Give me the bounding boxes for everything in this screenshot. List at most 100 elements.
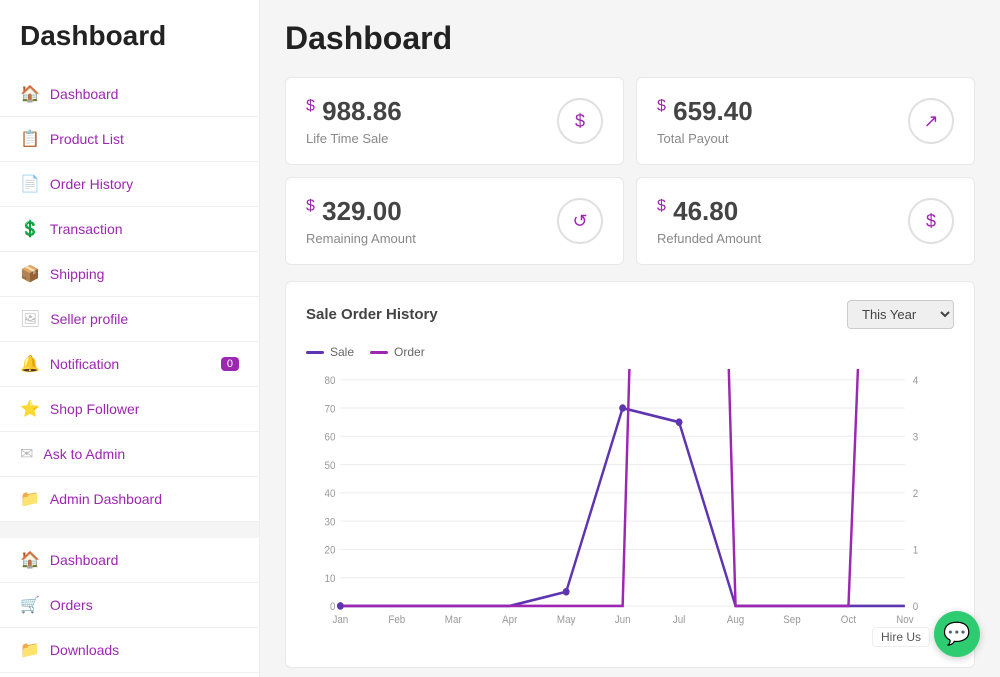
svg-text:Jun: Jun: [615, 615, 631, 626]
sidebar-item-label: Dashboard: [50, 86, 119, 102]
svg-text:40: 40: [325, 489, 336, 500]
svg-text:60: 60: [325, 432, 336, 443]
sidebar-item-label: Product List: [50, 131, 124, 147]
sidebar-item-ask-to-admin[interactable]: ✉ Ask to Admin: [0, 432, 259, 477]
sidebar-item-label: Admin Dashboard: [50, 491, 162, 507]
sidebar-item-label: Ask to Admin: [43, 446, 125, 462]
sidebar-bottom-item-orders[interactable]: 🛒 Orders: [0, 583, 259, 628]
svg-text:70: 70: [325, 404, 336, 415]
svg-text:May: May: [557, 615, 576, 626]
sidebar-item-label: Notification: [50, 356, 119, 372]
svg-text:Feb: Feb: [388, 615, 405, 626]
main-content: Dashboard $ 988.86 Life Time Sale $ $ 65…: [260, 0, 1000, 677]
sidebar-icon: ✉: [20, 444, 33, 464]
sidebar-badge: 0: [221, 357, 239, 371]
chart-header: Sale Order History This YearLast YearThi…: [306, 300, 954, 329]
sidebar-item-shipping[interactable]: 📦 Shipping: [0, 252, 259, 297]
refunded-icon: $: [908, 198, 954, 244]
total-payout-icon: ↗: [908, 98, 954, 144]
sidebar-icon: 🔔: [20, 354, 40, 374]
remaining-value: $ 329.00: [306, 196, 416, 227]
svg-text:Sep: Sep: [783, 615, 801, 626]
svg-text:1: 1: [913, 545, 919, 556]
svg-text:30: 30: [325, 517, 336, 528]
sidebar-bottom-item-downloads[interactable]: 📁 Downloads: [0, 628, 259, 673]
sidebar-item-label: Shipping: [50, 266, 105, 282]
svg-text:Nov: Nov: [896, 615, 914, 626]
svg-text:Oct: Oct: [841, 615, 856, 626]
svg-text:0: 0: [913, 602, 919, 613]
stats-grid: $ 988.86 Life Time Sale $ $ 659.40 Total…: [285, 77, 975, 265]
stat-card-total-payout: $ 659.40 Total Payout ↗: [636, 77, 975, 165]
legend-sale: Sale: [306, 345, 354, 359]
svg-text:0: 0: [330, 602, 336, 613]
svg-text:20: 20: [325, 545, 336, 556]
legend-sale-dot: [306, 351, 324, 354]
svg-text:50: 50: [325, 461, 336, 472]
sidebar-item-label: Transaction: [50, 221, 123, 237]
sidebar-item-label: Shop Follower: [50, 401, 140, 417]
sidebar-icon: 🖼: [20, 309, 40, 329]
total-payout-label: Total Payout: [657, 131, 753, 146]
sidebar-item-dashboard[interactable]: 🏠 Dashboard: [0, 72, 259, 117]
sidebar-icon: 🏠: [20, 84, 40, 104]
sidebar-item-label: Seller profile: [50, 311, 128, 327]
sidebar-bottom-item-dashboard[interactable]: 🏠 Dashboard: [0, 538, 259, 583]
svg-text:10: 10: [325, 574, 336, 585]
svg-text:Apr: Apr: [502, 615, 518, 626]
sidebar-item-order-history[interactable]: 📄 Order History: [0, 162, 259, 207]
refunded-label: Refunded Amount: [657, 231, 761, 246]
hire-us-label: Hire Us: [872, 627, 930, 647]
sidebar-icon: 📁: [20, 489, 40, 509]
sidebar-icon: 📦: [20, 264, 40, 284]
stat-card-refunded: $ 46.80 Refunded Amount $: [636, 177, 975, 265]
svg-text:2: 2: [913, 489, 919, 500]
sidebar-item-admin-dashboard[interactable]: 📁 Admin Dashboard: [0, 477, 259, 522]
lifetime-sale-icon: $: [557, 98, 603, 144]
sidebar-item-notification[interactable]: 🔔 Notification 0: [0, 342, 259, 387]
page-title: Dashboard: [285, 20, 975, 57]
remaining-icon: ↺: [557, 198, 603, 244]
svg-text:Mar: Mar: [445, 615, 462, 626]
chart-legend: Sale Order: [306, 345, 954, 359]
sidebar-icon: ⭐: [20, 399, 40, 419]
sidebar-item-label: Order History: [50, 176, 133, 192]
remaining-label: Remaining Amount: [306, 231, 416, 246]
sidebar-icon: 🛒: [20, 595, 40, 615]
svg-text:Aug: Aug: [727, 615, 745, 626]
legend-order-dot: [370, 351, 388, 354]
sidebar-divider: [0, 522, 259, 538]
chat-button[interactable]: 💬: [934, 611, 980, 657]
sidebar-icon: 📄: [20, 174, 40, 194]
svg-text:80: 80: [325, 376, 336, 387]
sidebar-item-transaction[interactable]: 💲 Transaction: [0, 207, 259, 252]
svg-text:Jul: Jul: [673, 615, 686, 626]
lifetime-sale-label: Life Time Sale: [306, 131, 402, 146]
sidebar-item-label: Orders: [50, 597, 93, 613]
chart-title: Sale Order History: [306, 306, 438, 323]
total-payout-value: $ 659.40: [657, 96, 753, 127]
refunded-value: $ 46.80: [657, 196, 761, 227]
sidebar-title: Dashboard: [0, 20, 259, 72]
chart-section: Sale Order History This YearLast YearThi…: [285, 281, 975, 668]
sidebar-item-label: Downloads: [50, 642, 119, 658]
sidebar-item-product-list[interactable]: 📋 Product List: [0, 117, 259, 162]
sidebar-icon: 📁: [20, 640, 40, 660]
sidebar: Dashboard 🏠 Dashboard 📋 Product List 📄 O…: [0, 0, 260, 677]
stat-card-remaining: $ 329.00 Remaining Amount ↺: [285, 177, 624, 265]
sidebar-item-label: Dashboard: [50, 552, 119, 568]
sidebar-bottom-item-addresses[interactable]: 🏡 Addresses: [0, 673, 259, 677]
sidebar-icon: 📋: [20, 129, 40, 149]
sidebar-item-shop-follower[interactable]: ⭐ Shop Follower: [0, 387, 259, 432]
sidebar-item-seller-profile[interactable]: 🖼 Seller profile: [0, 297, 259, 342]
legend-order: Order: [370, 345, 425, 359]
lifetime-sale-value: $ 988.86: [306, 96, 402, 127]
chart-svg: 0 10 20 30 40 50 60 70 80 0 1 2 3 4 Jan Feb Mar Apr May Jun…: [306, 369, 954, 649]
sidebar-icon: 💲: [20, 219, 40, 239]
chart-filter-select[interactable]: This YearLast YearThis Month: [847, 300, 954, 329]
stat-card-lifetime-sale: $ 988.86 Life Time Sale $: [285, 77, 624, 165]
svg-text:Jan: Jan: [332, 615, 348, 626]
svg-text:3: 3: [913, 432, 919, 443]
svg-text:4: 4: [913, 376, 919, 387]
chart-wrapper: 0 10 20 30 40 50 60 70 80 0 1 2 3 4 Jan Feb Mar Apr May Jun…: [306, 369, 954, 649]
